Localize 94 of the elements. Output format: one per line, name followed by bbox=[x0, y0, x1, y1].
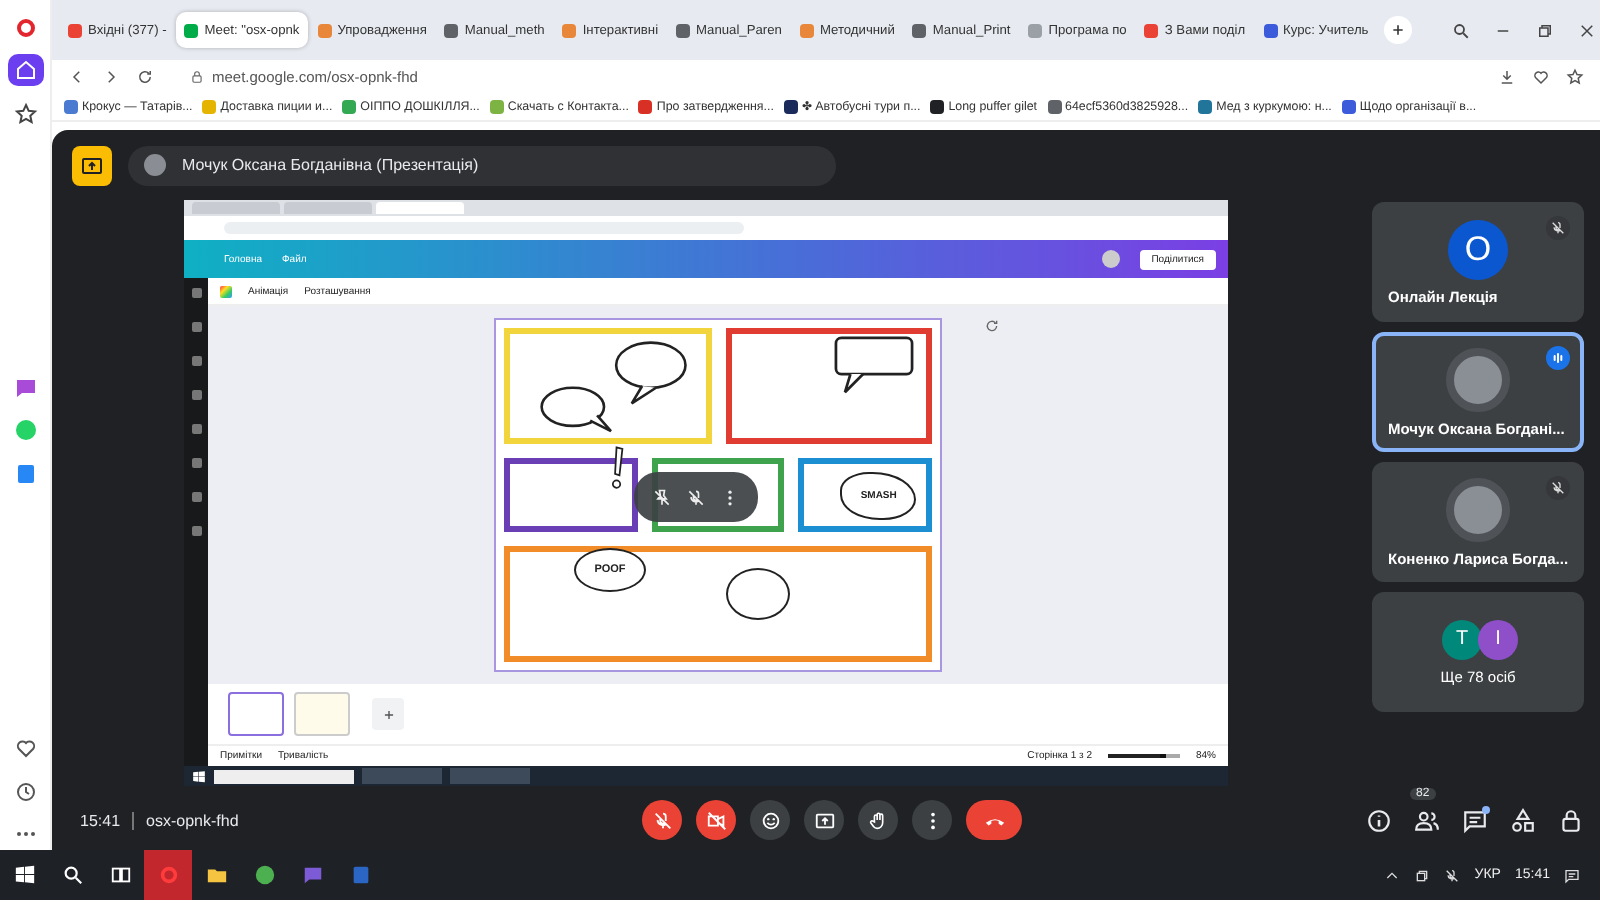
heart-icon bbox=[13, 736, 37, 761]
avatar: T bbox=[1442, 619, 1482, 659]
search-button[interactable] bbox=[1452, 21, 1470, 39]
add-page-button[interactable] bbox=[372, 698, 404, 730]
windows-icon bbox=[13, 864, 35, 886]
info-button[interactable] bbox=[1366, 807, 1392, 833]
back-icon bbox=[68, 67, 86, 85]
pin-off-icon bbox=[652, 487, 673, 507]
star-icon bbox=[1566, 67, 1584, 85]
leave-call-button[interactable] bbox=[966, 800, 1022, 840]
avatar bbox=[144, 154, 166, 176]
more-options-button[interactable] bbox=[912, 800, 952, 840]
plus-icon bbox=[1390, 22, 1407, 38]
close-icon bbox=[1578, 21, 1596, 39]
document-icon bbox=[13, 461, 37, 486]
present-screen-icon bbox=[80, 153, 104, 177]
smiley-icon bbox=[759, 809, 781, 831]
circle-icon bbox=[253, 864, 275, 886]
avatar: I bbox=[1478, 619, 1518, 659]
windows-icon bbox=[192, 769, 206, 783]
forward-button[interactable] bbox=[102, 67, 120, 85]
task-view-icon bbox=[109, 864, 131, 886]
tool-icon[interactable] bbox=[191, 390, 201, 400]
round-bubble bbox=[726, 568, 790, 620]
raise-hand-button[interactable] bbox=[858, 800, 898, 840]
tool-icon[interactable] bbox=[191, 492, 201, 502]
microphone-button[interactable] bbox=[642, 800, 682, 840]
new-tab-button[interactable] bbox=[1384, 16, 1413, 44]
clock-icon bbox=[13, 779, 37, 804]
shapes-icon bbox=[1510, 807, 1536, 833]
page-thumbnail[interactable] bbox=[228, 692, 284, 736]
reload-icon bbox=[136, 67, 154, 85]
chat-icon bbox=[1462, 807, 1488, 833]
star-button[interactable] bbox=[1566, 67, 1584, 85]
search-icon bbox=[1452, 21, 1470, 39]
document-icon bbox=[349, 864, 371, 886]
chat-icon bbox=[1564, 867, 1580, 883]
tool-icon[interactable] bbox=[191, 288, 201, 298]
mic-off-icon bbox=[1444, 867, 1461, 883]
ring-icon bbox=[13, 15, 37, 40]
home-button[interactable] bbox=[7, 54, 43, 86]
circle-icon bbox=[13, 418, 37, 443]
info-icon bbox=[1366, 807, 1392, 833]
present-button[interactable] bbox=[804, 800, 844, 840]
back-button[interactable] bbox=[68, 67, 86, 85]
reactions-button[interactable] bbox=[750, 800, 790, 840]
folder-icon bbox=[205, 864, 227, 886]
search-field[interactable] bbox=[214, 769, 354, 783]
restore-icon bbox=[1414, 867, 1431, 883]
heart-icon bbox=[1532, 67, 1550, 85]
home-icon bbox=[13, 58, 37, 83]
mic-off-icon bbox=[685, 487, 706, 507]
mic-off-icon bbox=[651, 809, 673, 831]
download-button[interactable] bbox=[1498, 67, 1516, 85]
refresh-icon bbox=[984, 318, 1000, 334]
meeting-time: 15:41 bbox=[80, 811, 121, 829]
close-button[interactable] bbox=[1578, 21, 1596, 39]
page-thumbnail[interactable] bbox=[294, 692, 350, 736]
tool-icon[interactable] bbox=[191, 356, 201, 366]
heart-button[interactable] bbox=[1532, 67, 1550, 85]
search-icon bbox=[61, 864, 83, 886]
lock-icon bbox=[190, 69, 204, 83]
download-icon bbox=[1498, 67, 1516, 85]
camera-off-icon bbox=[705, 809, 727, 831]
restore-icon bbox=[1536, 21, 1554, 39]
ring-icon bbox=[157, 864, 179, 886]
hand-icon bbox=[867, 809, 889, 831]
color-square-icon bbox=[220, 285, 232, 297]
camera-button[interactable] bbox=[696, 800, 736, 840]
restore-button[interactable] bbox=[1536, 21, 1554, 39]
star-icon bbox=[13, 101, 37, 126]
tool-icon[interactable] bbox=[191, 458, 201, 468]
avatar: О bbox=[1448, 219, 1508, 279]
speech-bubble-icon bbox=[301, 864, 323, 886]
speech-bubble-icon bbox=[13, 376, 37, 401]
chat-button[interactable] bbox=[1462, 807, 1488, 833]
meeting-code: osx-opnk-fhd bbox=[146, 811, 239, 829]
host-controls-button[interactable] bbox=[1558, 807, 1584, 833]
presenter-name: Мочук Оксана Богданівна (Презентація) bbox=[182, 156, 479, 174]
activities-button[interactable] bbox=[1510, 807, 1536, 833]
avatar bbox=[1446, 347, 1510, 411]
reload-button[interactable] bbox=[136, 67, 154, 85]
tool-icon[interactable] bbox=[191, 526, 201, 536]
plus-icon bbox=[381, 707, 395, 721]
back-icon bbox=[1384, 867, 1401, 883]
lock-icon bbox=[1558, 807, 1584, 833]
people-icon bbox=[1414, 807, 1440, 833]
present-screen-icon bbox=[813, 809, 835, 831]
avatar bbox=[1101, 250, 1120, 268]
tool-icon[interactable] bbox=[191, 322, 201, 332]
forward-icon bbox=[102, 67, 120, 85]
avatar bbox=[1446, 477, 1510, 541]
tool-icon[interactable] bbox=[191, 424, 201, 434]
speech-bubble-drawing bbox=[834, 336, 914, 394]
